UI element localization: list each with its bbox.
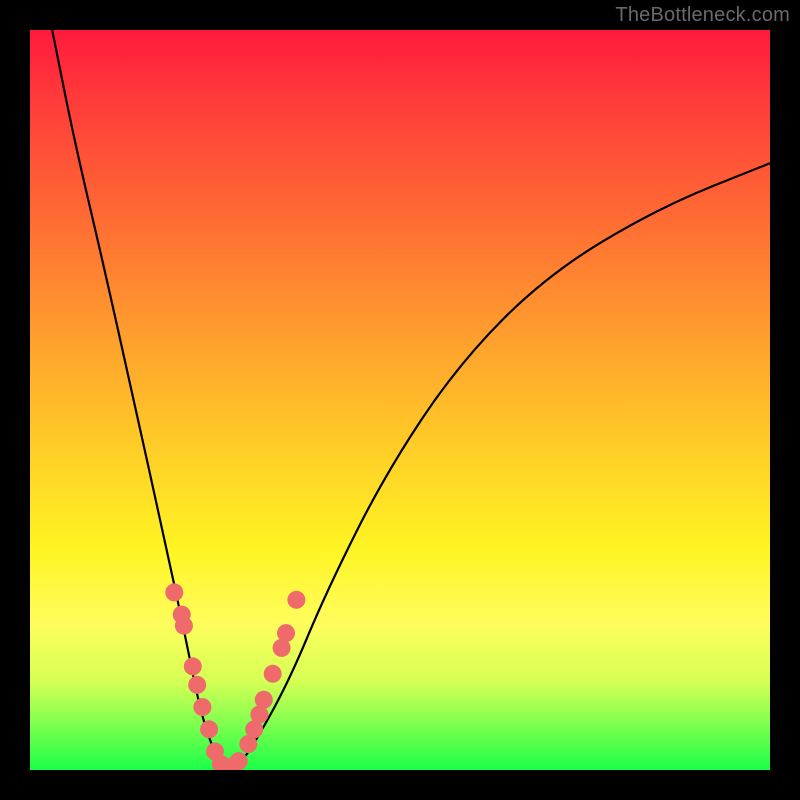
sample-point — [165, 583, 183, 601]
sample-point — [193, 698, 211, 716]
bottleneck-curve-path — [52, 30, 770, 768]
sample-point — [277, 624, 295, 642]
sample-point — [184, 657, 202, 675]
sample-point — [255, 691, 273, 709]
watermark-text: TheBottleneck.com — [615, 4, 790, 27]
sample-point — [200, 720, 218, 738]
sample-point — [188, 676, 206, 694]
chart-frame: TheBottleneck.com — [0, 0, 800, 800]
plot-area — [30, 30, 770, 770]
marker-group — [165, 583, 305, 770]
sample-point — [175, 617, 193, 635]
sample-point — [264, 665, 282, 683]
sample-point — [230, 752, 248, 770]
curve-svg — [30, 30, 770, 770]
sample-point — [287, 591, 305, 609]
